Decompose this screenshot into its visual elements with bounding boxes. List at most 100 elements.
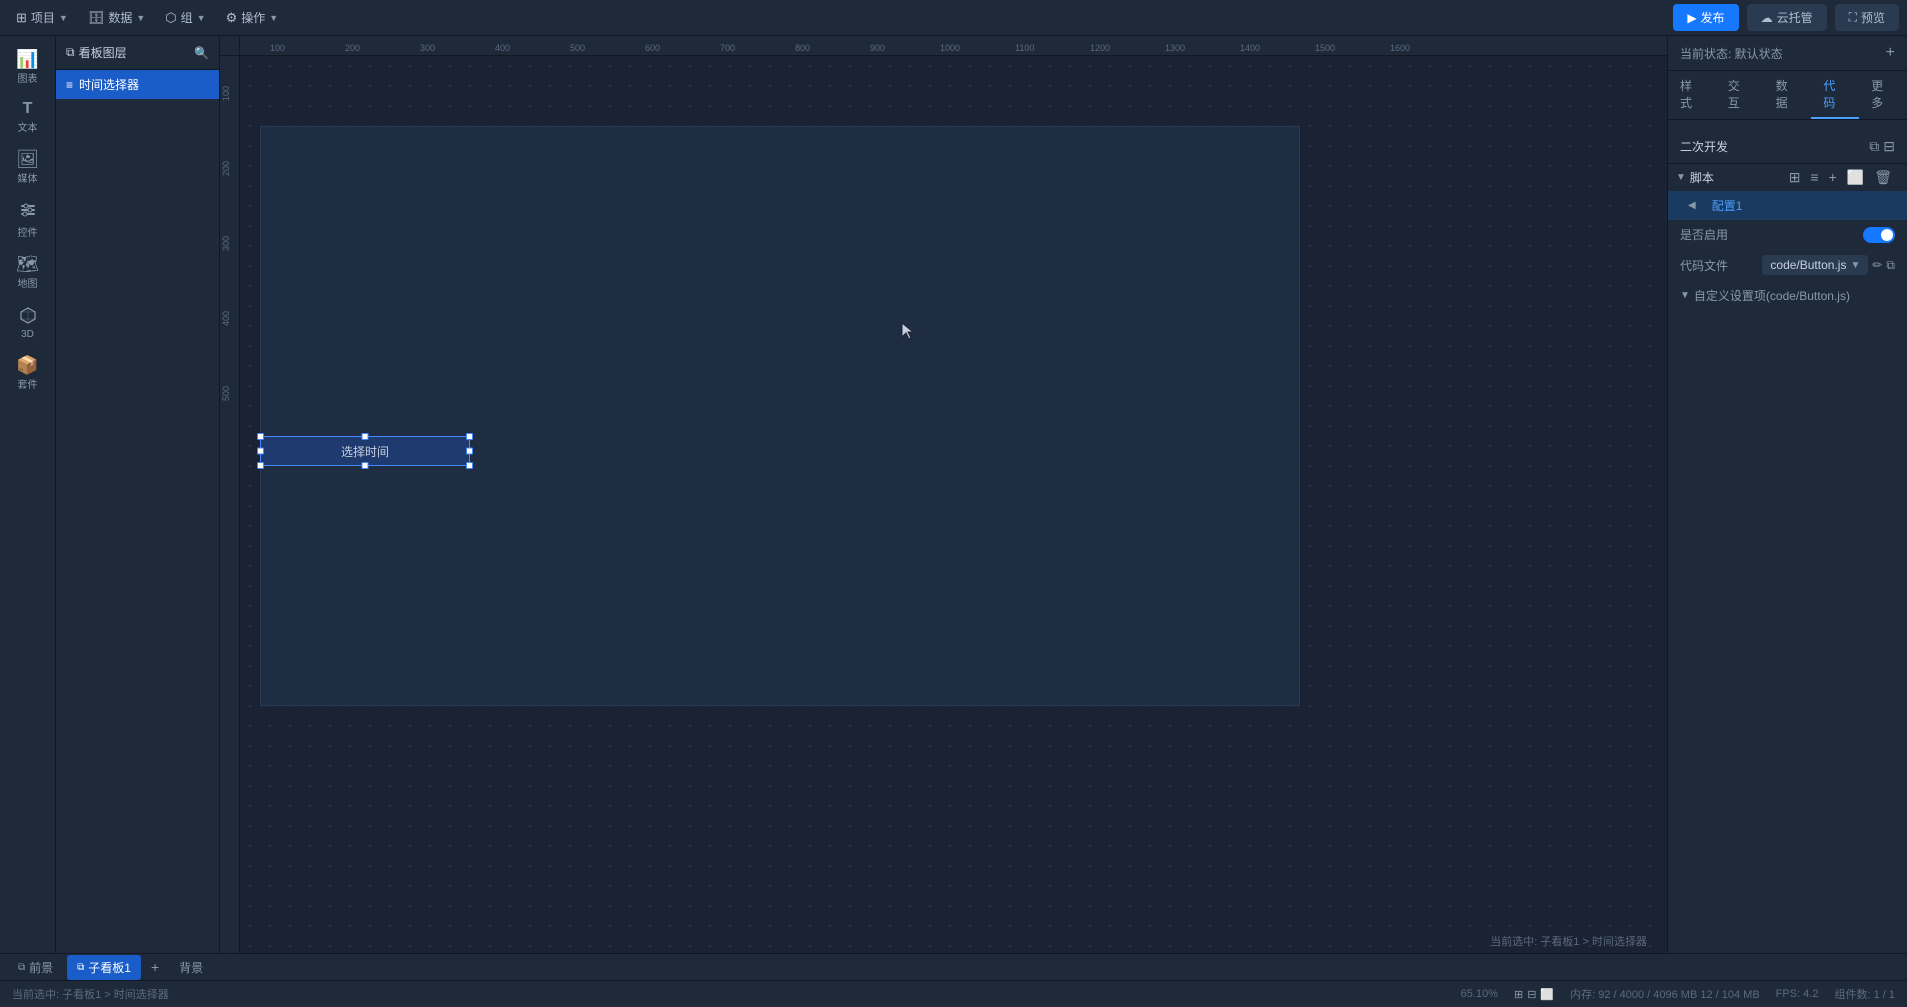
layer-icon: ≡ xyxy=(66,78,73,92)
chevron-down-icon: ▼ xyxy=(1676,172,1686,183)
left-panel: ⧉ 看板图层 🔍 ≡ 时间选择器 xyxy=(56,36,220,1007)
search-icon[interactable]: 🔍 xyxy=(194,46,209,60)
menu-operation[interactable]: ⚙ 操作 ▼ xyxy=(218,5,287,30)
layer-icon-active: ⧉ xyxy=(77,962,84,973)
bottom-tabs: ⧉ 前景 ⧉ 子看板1 + 背景 xyxy=(0,954,1907,981)
script-item-label: 配置1 xyxy=(1702,195,1753,216)
script-item-config1[interactable]: ◀ 配置1 xyxy=(1668,191,1907,220)
toggle-track xyxy=(1863,227,1895,243)
time-selector-widget[interactable]: 选择时间 xyxy=(260,436,470,466)
layer-icon: ⧉ xyxy=(18,962,25,973)
preview-button[interactable]: ⛶ 预览 xyxy=(1835,4,1899,31)
cloud-icon: ☁ xyxy=(1761,11,1773,25)
custom-section: ▼ 自定义设置项(code/Button.js) xyxy=(1668,281,1907,314)
view-icons: ⊞ ⊟ ⬜ xyxy=(1514,988,1554,1001)
handle-top-left[interactable] xyxy=(257,433,264,440)
media-icon: 🖼 xyxy=(16,150,39,168)
tab-more[interactable]: 更多 xyxy=(1859,71,1907,119)
delete-icon[interactable]: 🗑 xyxy=(1871,168,1895,187)
handle-top-right[interactable] xyxy=(466,433,473,440)
enable-toggle[interactable] xyxy=(1863,227,1895,243)
code-file-field-row: 代码文件 code/Button.js ▼ ✏ ⧉ xyxy=(1668,249,1907,281)
zoom-level: 65.10% xyxy=(1461,988,1498,1000)
sidebar-item-kit[interactable]: 📦 套件 xyxy=(4,350,52,397)
secondary-dev-section: 二次开发 ⧉ ⊟ xyxy=(1668,130,1907,164)
add-tab-button[interactable]: + xyxy=(145,955,165,979)
bottom-bar: ⧉ 前景 ⧉ 子看板1 + 背景 当前选中: 子看板1 > 时间选择器 65.1… xyxy=(0,953,1907,1007)
ruler-corner xyxy=(220,36,240,56)
fit-view-icon[interactable]: ⬜ xyxy=(1540,988,1554,1001)
publish-icon: ▶ xyxy=(1687,11,1696,25)
right-panel-tabs: 样式 交互 数据 代码 更多 xyxy=(1668,71,1907,120)
main-layout: 📊 图表 T 文本 🖼 媒体 控件 🗺 地图 3D 📦 xyxy=(0,36,1907,1007)
chart-icon: 📊 xyxy=(16,50,38,68)
project-icon: ⊞ xyxy=(16,10,27,26)
widget-label: 选择时间 xyxy=(341,443,389,460)
canvas-main[interactable]: 选择时间 xyxy=(240,56,1667,951)
canvas-area[interactable]: 100 200 300 400 500 600 700 800 900 1000… xyxy=(220,36,1667,1007)
list-view-icon[interactable]: ⊟ xyxy=(1527,988,1536,1001)
file-icon[interactable]: ⬜ xyxy=(1844,168,1867,187)
left-panel-header: ⧉ 看板图层 🔍 xyxy=(56,36,219,70)
grid-icon[interactable]: ⊞ xyxy=(1786,168,1804,187)
sidebar-item-control[interactable]: 控件 xyxy=(4,195,52,245)
expand-icon[interactable]: ⊟ xyxy=(1883,138,1895,155)
sidebar-item-text[interactable]: T 文本 xyxy=(4,95,52,140)
panel-icon: ⧉ xyxy=(66,45,75,60)
copy-icon[interactable]: ⧉ xyxy=(1869,138,1879,155)
cloud-button[interactable]: ☁ 云托管 xyxy=(1747,4,1827,31)
sidebar-item-media[interactable]: 🖼 媒体 xyxy=(4,144,52,191)
add-state-button[interactable]: + xyxy=(1886,44,1895,62)
data-icon: 🗄 xyxy=(88,10,105,26)
sidebar-item-chart[interactable]: 📊 图表 xyxy=(4,44,52,91)
secondary-dev-label: 二次开发 xyxy=(1680,138,1728,155)
code-file-select[interactable]: code/Button.js ▼ xyxy=(1762,255,1868,275)
chevron-right-icon: ▼ xyxy=(1680,290,1690,301)
tab-style[interactable]: 样式 xyxy=(1668,71,1716,119)
script-section-title[interactable]: ▼ 脚本 ⊞ ≡ + ⬜ 🗑 xyxy=(1668,164,1907,191)
fps-status: FPS: 4.2 xyxy=(1776,988,1819,1000)
tab-background[interactable]: 背景 xyxy=(169,955,213,980)
menu-data[interactable]: 🗄 数据 ▼ xyxy=(80,5,153,30)
enable-label: 是否启用 xyxy=(1680,226,1728,243)
edit-icon[interactable]: ✏ xyxy=(1872,258,1882,273)
edit-icons: ✏ ⧉ xyxy=(1872,258,1895,273)
list-icon[interactable]: ≡ xyxy=(1807,168,1821,187)
kit-icon: 📦 xyxy=(16,356,38,374)
menu-project[interactable]: ⊞ 项目 ▼ xyxy=(8,5,76,30)
map-icon: 🗺 xyxy=(16,255,39,273)
handle-middle-left[interactable] xyxy=(257,448,264,455)
add-script-icon[interactable]: + xyxy=(1826,168,1840,187)
link-icon[interactable]: ⧉ xyxy=(1886,258,1895,273)
menu-component[interactable]: ⬡ 组 ▼ xyxy=(157,5,213,30)
enable-field-row: 是否启用 xyxy=(1668,220,1907,249)
code-file-label: 代码文件 xyxy=(1680,257,1728,274)
grid-view-icon[interactable]: ⊞ xyxy=(1514,988,1523,1001)
tab-data[interactable]: 数据 xyxy=(1764,71,1812,119)
tab-code[interactable]: 代码 xyxy=(1811,71,1859,119)
state-label: 当前状态: 默认状态 xyxy=(1680,45,1783,62)
layer-item-time-selector[interactable]: ≡ 时间选择器 xyxy=(56,70,219,99)
right-panel: 当前状态: 默认状态 + 样式 交互 数据 代码 更多 二次开发 xyxy=(1667,36,1907,1007)
script-arrow-icon: ◀ xyxy=(1688,200,1696,211)
canvas-board[interactable] xyxy=(260,126,1300,706)
component-count: 组件数: 1 / 1 xyxy=(1834,986,1895,1002)
tab-interact[interactable]: 交互 xyxy=(1716,71,1764,119)
3d-icon xyxy=(19,306,37,327)
handle-bottom-right[interactable] xyxy=(466,462,473,469)
handle-middle-right[interactable] xyxy=(466,448,473,455)
publish-button[interactable]: ▶ 发布 xyxy=(1673,4,1738,31)
custom-section-toggle[interactable]: ▼ 自定义设置项(code/Button.js) xyxy=(1680,287,1895,304)
operation-icon: ⚙ xyxy=(226,10,238,26)
tab-foreground[interactable]: ⧉ 前景 xyxy=(8,955,63,980)
select-arrow-icon: ▼ xyxy=(1850,260,1860,271)
handle-bottom-center[interactable] xyxy=(362,462,369,469)
tab-sub-canvas1[interactable]: ⧉ 子看板1 xyxy=(67,955,141,980)
sidebar-item-3d[interactable]: 3D xyxy=(4,300,52,346)
handle-bottom-left[interactable] xyxy=(257,462,264,469)
right-panel-body: 二次开发 ⧉ ⊟ ▼ 脚本 ⊞ ≡ + ⬜ 🗑 xyxy=(1668,120,1907,1007)
top-bar: ⊞ 项目 ▼ 🗄 数据 ▼ ⬡ 组 ▼ ⚙ 操作 ▼ ▶ 发布 ☁ 云托管 ⛶ … xyxy=(0,0,1907,36)
sidebar-item-map[interactable]: 🗺 地图 xyxy=(4,249,52,296)
bottom-status-bar: 当前选中: 子看板1 > 时间选择器 65.10% ⊞ ⊟ ⬜ 内存: 92 /… xyxy=(0,981,1907,1007)
handle-top-center[interactable] xyxy=(362,433,369,440)
